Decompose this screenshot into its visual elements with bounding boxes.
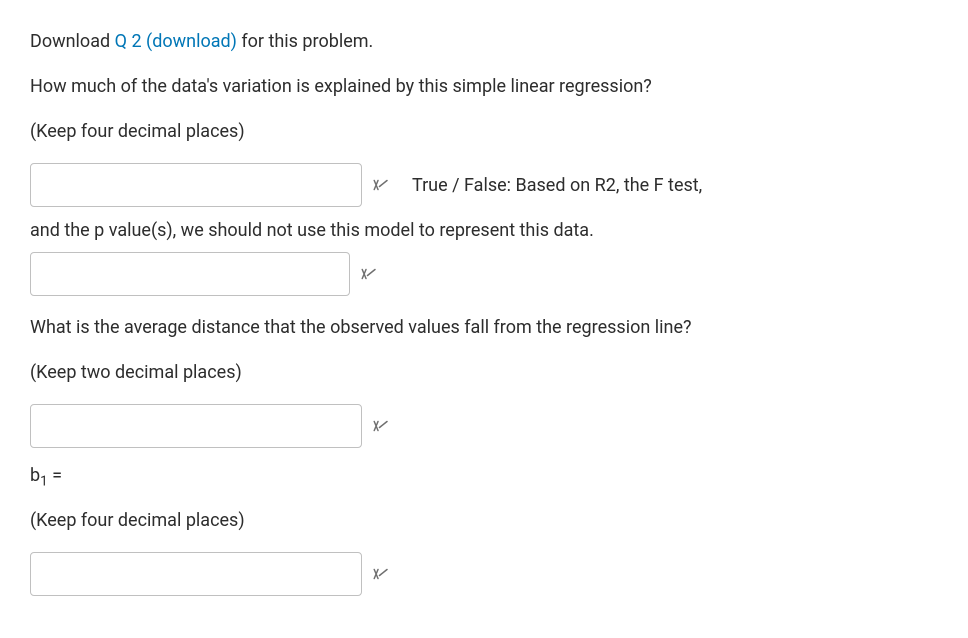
download-line: Download Q 2 (download) for this problem… — [30, 28, 938, 55]
input-row-1: True / False: Based on R2, the F test, — [30, 163, 938, 207]
question-variation: How much of the data's variation is expl… — [30, 73, 938, 100]
answer-status-icon — [360, 265, 378, 283]
b1-input[interactable] — [30, 552, 362, 596]
hint-two-decimal: (Keep two decimal places) — [30, 359, 938, 386]
continuation-text: and the p value(s), we should not use th… — [30, 217, 938, 244]
true-false-text: True / False: Based on R2, the F test, — [412, 172, 702, 199]
download-link[interactable]: Q 2 (download) — [115, 31, 237, 52]
input-row-3 — [30, 404, 938, 448]
download-prefix: Download — [30, 31, 115, 52]
b1-suffix: = — [48, 465, 62, 486]
question-average-distance: What is the average distance that the ob… — [30, 314, 938, 341]
input-row-4 — [30, 552, 938, 596]
true-false-input[interactable] — [30, 252, 350, 296]
download-suffix: for this problem. — [237, 31, 373, 52]
answer-status-icon — [372, 176, 390, 194]
variation-input[interactable] — [30, 163, 362, 207]
hint-four-decimal-1: (Keep four decimal places) — [30, 118, 938, 145]
b1-subscript: 1 — [40, 474, 48, 490]
answer-status-icon — [372, 417, 390, 435]
hint-four-decimal-2: (Keep four decimal places) — [30, 507, 938, 534]
b1-prefix: b — [30, 465, 40, 486]
input-row-2 — [30, 252, 938, 296]
answer-status-icon — [372, 565, 390, 583]
b1-label: b1 = — [30, 462, 938, 489]
avg-distance-input[interactable] — [30, 404, 362, 448]
